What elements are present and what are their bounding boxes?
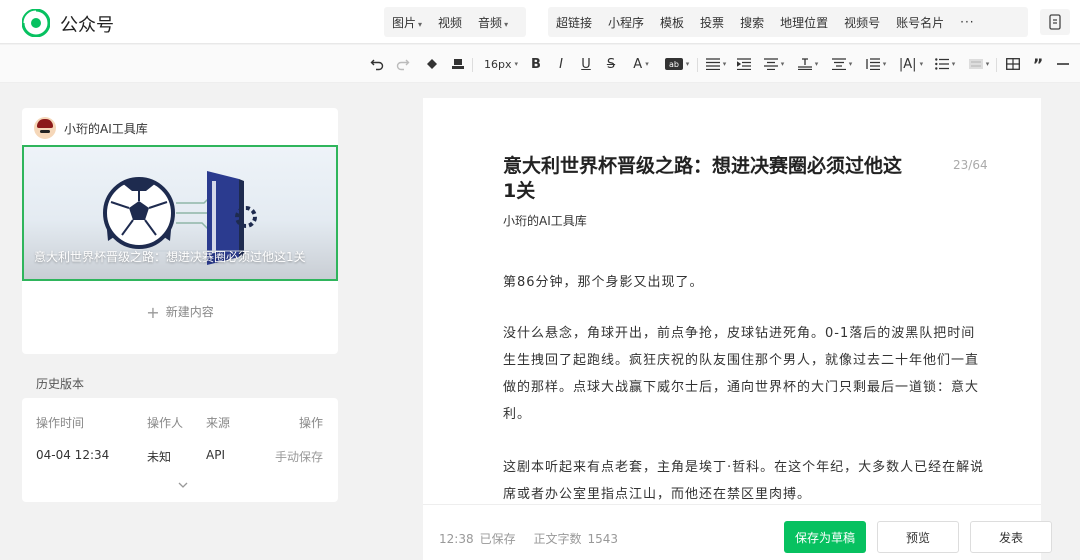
insert-miniprogram-button[interactable]: 小程序 <box>600 14 652 31</box>
account-row: 小珩的AI工具库 <box>34 117 148 139</box>
align-center-icon[interactable]: ▾ <box>762 53 786 75</box>
word-count: 1543 <box>587 532 618 546</box>
font-size-select[interactable]: 16px ▾ <box>481 53 521 75</box>
insert-image-menu[interactable]: 图片 ▾ <box>384 14 430 31</box>
chevron-down-icon: ▾ <box>504 19 509 29</box>
line-height-icon[interactable]: ▾ <box>830 53 854 75</box>
wechat-mp-logo-icon <box>22 9 50 37</box>
insert-account-card-button[interactable]: 账号名片 <box>888 14 952 31</box>
editor-canvas[interactable]: 意大利世界杯晋级之路：想进决赛圈必须过他这1关 23/64 小珩的AI工具库 第… <box>423 98 1041 560</box>
paragraph[interactable]: 没什么悬念，角球开出，前点争抢，皮球钻进死角。0-1落后的波黑队把时间生生拽回了… <box>503 320 989 428</box>
publish-button[interactable]: 发表 <box>970 521 1052 553</box>
word-count-label: 正文字数 <box>533 532 582 546</box>
history-card: 操作时间 操作人 来源 操作 04-04 12:34 未知 API 手动保存 <box>22 398 338 502</box>
divider-icon[interactable] <box>1054 53 1072 75</box>
save-status: 12:38 已保存 正文字数 1543 <box>439 530 624 547</box>
phone-preview-icon <box>1049 14 1061 30</box>
svg-text:ab: ab <box>669 60 679 69</box>
phone-preview-button[interactable] <box>1040 9 1070 35</box>
article-list-card: 小珩的AI工具库 意大利世界杯晋级之路：想进决赛圈必须过他这1关 + 新建内容 <box>22 108 338 354</box>
top-bar: 公众号 图片 ▾ 视频 音频 ▾ 超链接 小程序 模板 投票 搜索 地理位置 视频号… <box>0 0 1080 44</box>
italic-icon[interactable]: I <box>553 53 569 75</box>
article-cover[interactable]: 意大利世界杯晋级之路：想进决赛圈必须过他这1关 <box>22 145 338 281</box>
article-title-input[interactable]: 意大利世界杯晋级之路：想进决赛圈必须过他这1关 <box>503 154 903 204</box>
save-time: 12:38 <box>439 532 474 546</box>
chevron-down-icon: ▾ <box>418 19 423 29</box>
paragraph[interactable]: 第86分钟，那个身影又出现了。 <box>503 269 989 296</box>
background-color-icon[interactable]: ab ▾ <box>662 53 692 75</box>
paragraph-spacing-icon[interactable]: ▾ <box>864 53 888 75</box>
history-row-action[interactable]: 手动保存 <box>275 448 323 465</box>
plus-icon: + <box>146 303 160 322</box>
list-icon[interactable]: ▾ <box>933 53 957 75</box>
history-header-time: 操作时间 <box>36 416 85 430</box>
insert-components-group: 超链接 小程序 模板 投票 搜索 地理位置 视频号 账号名片 ··· <box>548 7 1028 37</box>
quote-icon[interactable]: ” <box>1029 53 1047 75</box>
insert-vote-button[interactable]: 投票 <box>692 14 732 31</box>
indent-icon[interactable] <box>736 53 752 75</box>
align-left-icon[interactable]: ▾ <box>704 53 728 75</box>
text-direction-icon[interactable]: |A| ▾ <box>898 53 924 75</box>
insert-location-button[interactable]: 地理位置 <box>772 14 836 31</box>
chevron-down-icon[interactable] <box>178 480 188 490</box>
clear-format-icon[interactable] <box>449 53 467 75</box>
chevron-down-icon: ▾ <box>514 60 518 68</box>
preview-button[interactable]: 预览 <box>877 521 959 553</box>
insert-audio-menu[interactable]: 音频 ▾ <box>470 14 516 31</box>
font-color-icon[interactable]: A ▾ <box>628 53 654 75</box>
avatar <box>34 117 56 139</box>
history-row-operator: 未知 <box>147 450 172 464</box>
underline-icon[interactable]: U <box>578 53 594 75</box>
new-content-button[interactable]: + 新建内容 <box>22 303 338 322</box>
brand-title: 公众号 <box>60 15 114 36</box>
insert-hyperlink-button[interactable]: 超链接 <box>548 14 600 31</box>
insert-channels-button[interactable]: 视频号 <box>836 14 888 31</box>
more-icon[interactable]: ··· <box>952 15 982 29</box>
title-char-counter: 23/64 <box>953 158 988 172</box>
history-row-time: 04-04 12:34 <box>36 448 110 462</box>
cover-title: 意大利世界杯晋级之路：想进决赛圈必须过他这1关 <box>34 250 306 264</box>
article-author-input[interactable]: 小珩的AI工具库 <box>503 212 587 229</box>
insert-template-button[interactable]: 模板 <box>652 14 692 31</box>
redo-icon[interactable] <box>394 53 412 75</box>
save-state: 已保存 <box>479 532 516 546</box>
letter-spacing-icon[interactable]: ▾ <box>796 53 820 75</box>
table-icon[interactable] <box>1004 53 1022 75</box>
format-toolbar: 16px ▾ B I U S A ▾ ab ▾ ▾ ▾ ▾ ▾ ▾ |A| ▾ ▾ ▾ … <box>0 45 1080 83</box>
insert-video-button[interactable]: 视频 <box>430 14 470 31</box>
block-style-icon[interactable]: ▾ <box>967 53 991 75</box>
history-header-operator: 操作人 <box>147 416 184 430</box>
account-name: 小珩的AI工具库 <box>64 121 148 136</box>
save-draft-button[interactable]: 保存为草稿 <box>784 521 866 553</box>
bottom-action-bar: 12:38 已保存 正文字数 1543 保存为草稿 预览 发表 <box>423 504 1052 560</box>
format-brush-icon[interactable] <box>423 53 441 75</box>
new-content-label: 新建内容 <box>165 305 214 319</box>
history-header-action: 操作 <box>299 416 324 430</box>
bold-icon[interactable]: B <box>528 53 544 75</box>
paragraph[interactable]: 这剧本听起来有点老套，主角是埃丁·哲科。在这个年纪，大多数人已经在解说席或者办公… <box>503 454 989 508</box>
insert-media-group: 图片 ▾ 视频 音频 ▾ <box>384 7 526 37</box>
history-header-source: 来源 <box>206 416 231 430</box>
insert-search-button[interactable]: 搜索 <box>732 14 772 31</box>
strikethrough-icon[interactable]: S <box>603 53 619 75</box>
history-title: 历史版本 <box>36 377 85 391</box>
undo-icon[interactable] <box>368 53 386 75</box>
history-row-source: API <box>206 448 225 462</box>
